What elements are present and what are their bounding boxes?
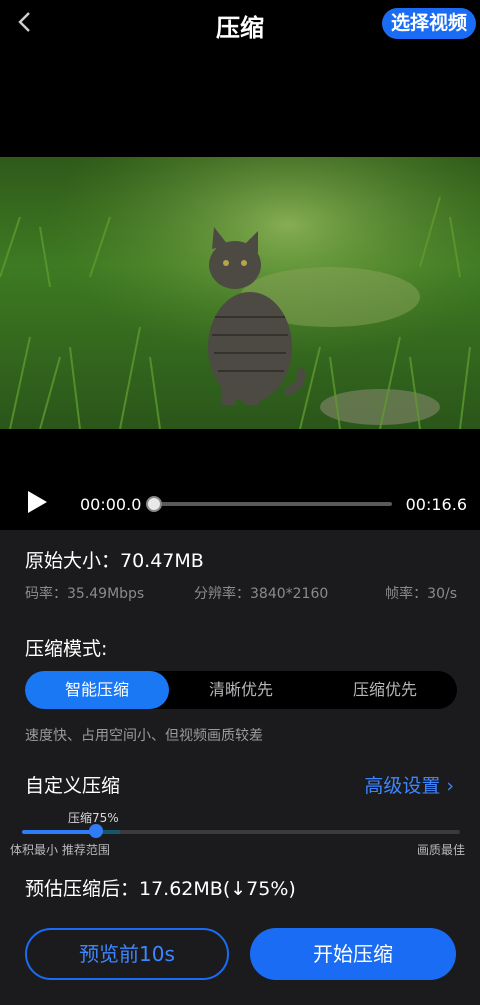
settings-panel: 原始大小：70.47MB 码率：35.49Mbps 分辨率：3840*2160 … xyxy=(0,530,480,1005)
resolution: 分辨率：3840*2160 xyxy=(194,586,329,602)
framerate: 帧率：30/s xyxy=(385,586,457,602)
mode-smart[interactable]: 智能压缩 xyxy=(25,671,169,709)
mode-clarity-first[interactable]: 清晰优先 xyxy=(169,671,313,709)
mode-compress-first[interactable]: 压缩优先 xyxy=(313,671,457,709)
preview-button[interactable]: 预览前10s xyxy=(25,928,229,980)
cat-in-grass-image xyxy=(0,157,480,429)
seek-track[interactable] xyxy=(154,502,392,506)
advanced-settings-link[interactable]: 高级设置 › xyxy=(364,771,454,798)
mode-segmented-control: 智能压缩 清晰优先 压缩优先 xyxy=(25,671,457,709)
video-player-controls: 00:00.0 00:16.6 xyxy=(0,478,480,530)
video-preview[interactable] xyxy=(0,157,480,429)
compress-slider-fill xyxy=(22,830,97,834)
seek-handle[interactable] xyxy=(146,496,162,512)
slider-min-label: 体积最小 推荐范围 xyxy=(10,843,110,857)
current-time: 00:00.0 xyxy=(80,495,142,514)
play-icon[interactable] xyxy=(26,490,48,514)
top-bar: 压缩 选择视频 xyxy=(0,0,480,50)
original-size: 原始大小：70.47MB xyxy=(25,550,204,572)
compress-slider-handle[interactable] xyxy=(89,824,104,838)
custom-compress-title: 自定义压缩 xyxy=(25,775,121,797)
slider-max-label: 画质最佳 xyxy=(416,843,465,857)
total-time: 00:16.6 xyxy=(405,495,467,514)
mode-description: 速度快、占用空间小、但视频画质较差 xyxy=(25,728,263,744)
mode-title: 压缩模式: xyxy=(25,638,108,660)
bitrate: 码率：35.49Mbps xyxy=(25,586,145,602)
select-video-button[interactable]: 选择视频 xyxy=(381,8,476,39)
estimated-size: 预估压缩后：17.62MB(↓75%) xyxy=(25,878,296,900)
start-compress-button[interactable]: 开始压缩 xyxy=(250,928,456,980)
